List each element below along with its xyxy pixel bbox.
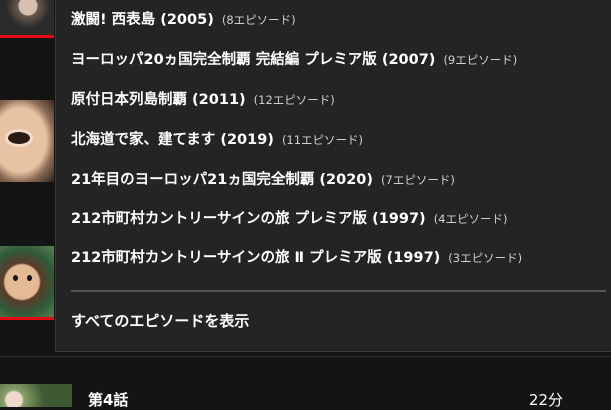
episode-count: (7エピソード)	[381, 173, 455, 187]
episode-count: (3エピソード)	[448, 251, 523, 265]
season-menu-item[interactable]: 212市町村カントリーサインの旅 Ⅱ プレミア版 (1997) (3エピソード)	[71, 246, 522, 276]
season-menu-item[interactable]: 21年目のヨーロッパ21ヵ国完全制覇 (2020) (7エピソード)	[71, 168, 455, 198]
season-title: 21年目のヨーロッパ21ヵ国完全制覇 (2020)	[71, 172, 374, 188]
thumbnail-image	[0, 246, 54, 320]
season-title: 212市町村カントリーサインの旅 Ⅱ プレミア版 (1997)	[71, 250, 441, 266]
episode-count: (12エピソード)	[253, 93, 335, 107]
thumbnail-detail	[13, 275, 18, 281]
episode-count: (4エピソード)	[433, 212, 508, 226]
season-menu-item[interactable]: 北海道で家、建てます (2019) (11エピソード)	[71, 128, 363, 158]
season-menu-item[interactable]: 激闘! 西表島 (2005) (8エピソード)	[71, 8, 296, 38]
thumbnail-image	[0, 0, 54, 38]
season-menu-item[interactable]: 原付日本列島制覇 (2011) (12エピソード)	[71, 88, 335, 118]
season-dropdown-menu: 激闘! 西表島 (2005) (8エピソード) ヨーロッパ20ヵ国完全制覇 完結…	[55, 0, 611, 352]
episode-thumbnail[interactable]	[0, 246, 54, 320]
show-all-episodes-link[interactable]: すべてのエピソードを表示	[71, 310, 249, 331]
thumbnail-image	[0, 384, 72, 407]
season-title: 北海道で家、建てます (2019)	[71, 132, 274, 148]
season-title: 激闘! 西表島 (2005)	[71, 12, 214, 28]
thumbnail-detail	[8, 132, 30, 144]
episode-thumbnail[interactable]	[0, 100, 54, 182]
season-menu-item[interactable]: ヨーロッパ20ヵ国完全制覇 完結編 プレミア版 (2007) (9エピソード)	[71, 48, 517, 78]
season-title: 原付日本列島制覇 (2011)	[71, 92, 246, 108]
progress-bar	[0, 35, 54, 38]
episode-thumbnail[interactable]	[0, 384, 72, 407]
season-title: ヨーロッパ20ヵ国完全制覇 完結編 プレミア版 (2007)	[71, 52, 436, 68]
season-title: 212市町村カントリーサインの旅 プレミア版 (1997)	[71, 211, 426, 227]
episode-count: (8エピソード)	[221, 13, 296, 27]
progress-bar	[0, 317, 54, 320]
section-divider	[0, 356, 611, 357]
episode-row[interactable]: 第4話 22分	[88, 384, 611, 409]
episode-count: (11エピソード)	[281, 133, 364, 147]
menu-divider	[71, 290, 606, 292]
episode-count: (9エピソード)	[443, 53, 518, 67]
thumbnail-detail	[27, 275, 32, 281]
episode-thumbnail[interactable]	[0, 0, 54, 38]
season-menu-item[interactable]: 212市町村カントリーサインの旅 プレミア版 (1997) (4エピソード)	[71, 207, 507, 237]
